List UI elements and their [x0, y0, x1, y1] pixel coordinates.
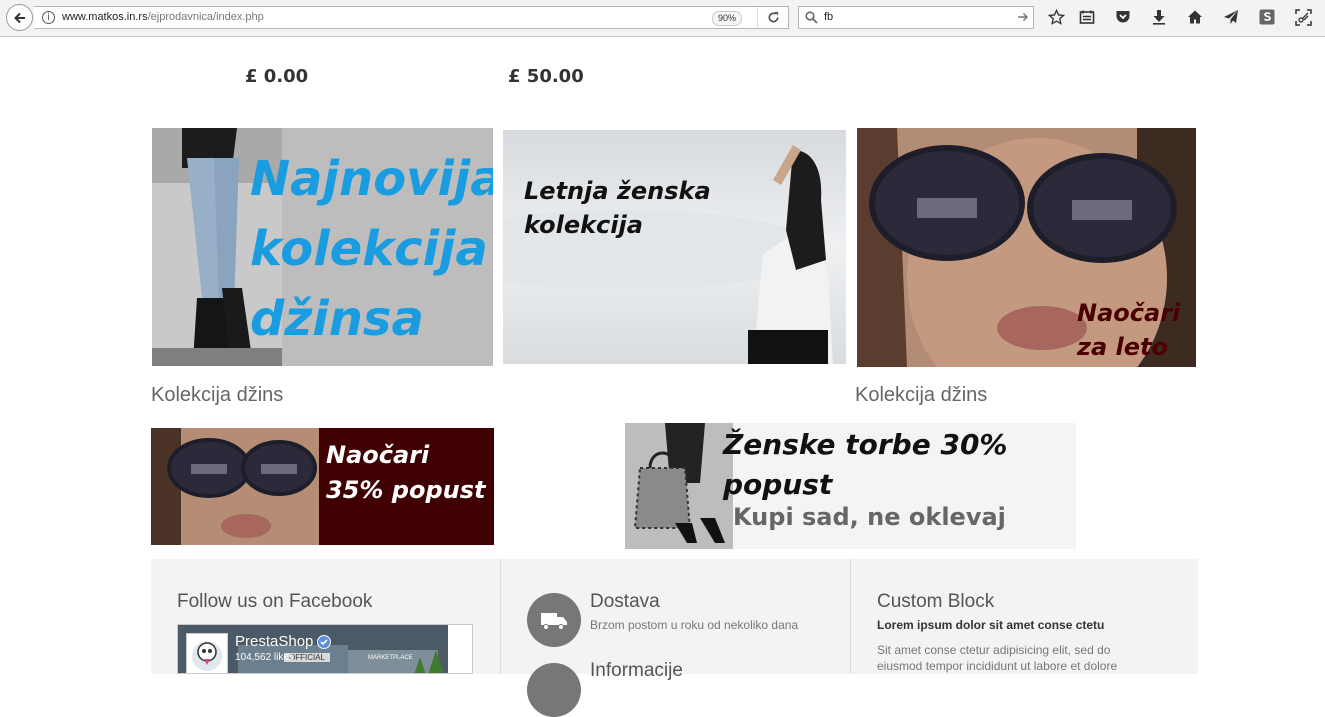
banner-headline-line: za leto: [1077, 333, 1168, 361]
reload-icon: [768, 11, 779, 23]
banner-headline-line: Letnja ženska: [524, 177, 711, 205]
prestashop-avatar[interactable]: [186, 633, 228, 673]
product-price: £ 50.00: [508, 66, 584, 87]
banner-headline-line: 35% popust: [326, 476, 486, 504]
bookmark-star-icon[interactable]: [1047, 8, 1065, 26]
verified-badge-icon: [317, 634, 332, 649]
shipping-title: Dostava: [590, 591, 660, 612]
banner-headline-line: popust: [723, 468, 833, 501]
banner-headline-line: džinsa: [250, 291, 424, 347]
banner-summer-collection[interactable]: Letnja ženska kolekcija: [503, 130, 846, 364]
search-input-value[interactable]: fb: [824, 11, 833, 23]
banner-headline-line: Najnovija: [250, 151, 493, 207]
banner-glasses-summer[interactable]: Naočari za leto: [857, 128, 1196, 367]
search-bar[interactable]: fb: [798, 6, 1034, 29]
screenshot-tool-icon[interactable]: [1294, 8, 1312, 26]
custom-block-text: Sit amet conse ctetur adipisicing elit, …: [877, 643, 1111, 657]
back-arrow-icon: [13, 12, 25, 23]
banner-headline-line: Naočari: [1077, 299, 1181, 327]
banner-headline-line: kolekcija: [524, 211, 643, 239]
banner-photo: [503, 145, 833, 364]
truck-icon: [527, 593, 581, 647]
facebook-likes-count: 104,562 likes: [235, 652, 294, 663]
banner-headline-line: Naočari: [326, 441, 430, 469]
banner-caption[interactable]: Kolekcija džins: [151, 384, 283, 407]
reading-list-icon[interactable]: [1078, 8, 1096, 26]
zoom-indicator[interactable]: 90%: [712, 11, 743, 26]
facebook-block-title: Follow us on Facebook: [177, 591, 373, 612]
download-icon[interactable]: [1150, 8, 1168, 26]
banner-headline-line: kolekcija: [250, 221, 488, 277]
browser-toolbar: i www.matkos.in.rs/ejprodavnica/index.ph…: [0, 0, 1325, 37]
custom-block-text: eiusmod tempor incididunt ut labore et d…: [877, 659, 1118, 673]
banner-photo: [151, 428, 319, 545]
prestashop-logo-icon: [192, 641, 222, 671]
url-text[interactable]: www.matkos.in.rs/ejprodavnica/index.php: [62, 11, 264, 23]
pocket-icon[interactable]: [1114, 8, 1132, 26]
product-price: £ 0.00: [245, 66, 309, 87]
shipping-subtitle: Brzom postom u roku od nekoliko dana: [590, 618, 799, 632]
send-tab-icon[interactable]: [1222, 8, 1240, 26]
banner-bags-sale[interactable]: Ženske torbe 30% popust Kupi sad, ne okl…: [625, 423, 1076, 549]
banner-glasses-sale[interactable]: Naočari 35% popust: [151, 428, 494, 545]
search-icon: [805, 11, 818, 24]
banner-headline-line: Ženske torbe 30%: [723, 428, 1008, 461]
custom-block: Custom Block Lorem ipsum dolor sit amet …: [851, 559, 1198, 674]
banner-caption[interactable]: Kolekcija džins: [855, 384, 987, 407]
info-icon[interactable]: i: [42, 11, 55, 24]
footer: Follow us on Facebook OFFICIAL MARKETPLA…: [151, 559, 1198, 717]
custom-block-heading: Lorem ipsum dolor sit amet conse ctetu: [877, 618, 1105, 632]
marketplace-sign: MARKETPLACE: [368, 655, 413, 661]
facebook-page-widget[interactable]: OFFICIAL MARKETPLACE PrestaShop 104,562 …: [177, 624, 473, 674]
banner-jeans-collection[interactable]: Najnovija kolekcija džinsa: [152, 128, 493, 366]
address-bar[interactable]: i www.matkos.in.rs/ejprodavnica/index.ph…: [34, 6, 789, 29]
banner-photo: [625, 423, 733, 549]
facebook-page-name: PrestaShop: [235, 633, 332, 650]
reload-button[interactable]: [757, 7, 788, 28]
facebook-block: Follow us on Facebook OFFICIAL MARKETPLA…: [151, 559, 500, 674]
information-title: Informacije: [590, 660, 683, 681]
info-circle-icon: [527, 663, 581, 717]
search-go-icon[interactable]: [1017, 11, 1029, 23]
shipping-block: Dostava Brzom postom u roku od nekoliko …: [501, 559, 850, 717]
home-icon[interactable]: [1186, 8, 1204, 26]
back-button[interactable]: [6, 4, 33, 31]
custom-block-title: Custom Block: [877, 591, 995, 612]
skype-icon[interactable]: [1258, 8, 1276, 26]
banner-subline: Kupi sad, ne oklevaj: [733, 503, 1006, 531]
